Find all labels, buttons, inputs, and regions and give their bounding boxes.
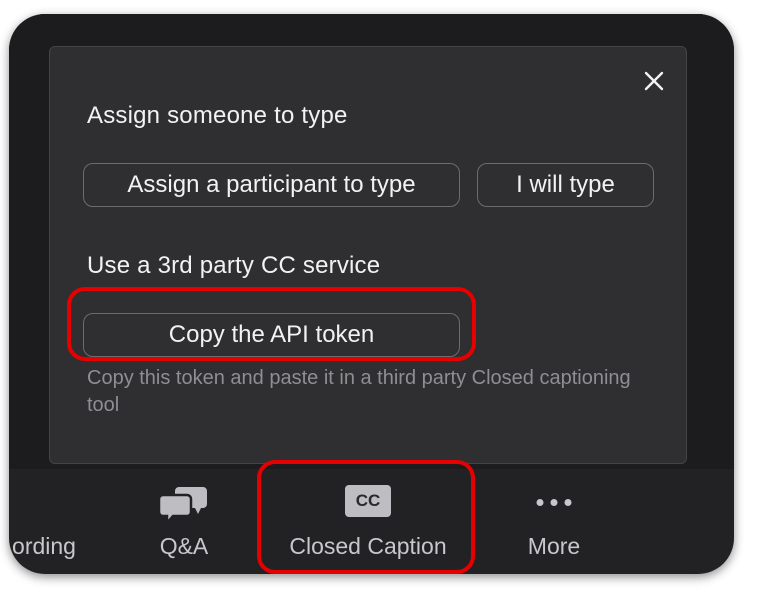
more-dots-icon <box>536 485 572 506</box>
toolbar-qa[interactable]: Q&A <box>139 469 229 574</box>
toolbar-recording-label: ording <box>12 533 76 559</box>
toolbar-more[interactable]: More <box>509 469 599 574</box>
qa-chat-bubbles-icon <box>157 485 209 530</box>
toolbar-more-label: More <box>527 533 581 559</box>
closed-caption-icon: CC <box>345 485 391 517</box>
close-button[interactable] <box>640 67 668 95</box>
assign-participant-button[interactable]: Assign a participant to type <box>83 163 460 207</box>
closed-caption-popup: Assign someone to type Assign a particip… <box>49 46 687 464</box>
cc-icon-text: CC <box>345 485 391 517</box>
api-token-hint: Copy this token and paste it in a third … <box>87 367 631 416</box>
toolbar-qa-label: Q&A <box>159 533 209 559</box>
toolbar-closed-caption-label: Closed Caption <box>289 533 447 559</box>
assign-section-title: Assign someone to type <box>87 102 348 129</box>
toolbar-closed-caption[interactable]: CC Closed Caption <box>271 469 465 574</box>
copy-api-token-button[interactable]: Copy the API token <box>83 313 460 357</box>
third-party-section-title: Use a 3rd party CC service <box>87 252 381 279</box>
meeting-toolbar: ording Q&A CC Closed Caption More <box>9 469 734 574</box>
toolbar-recording[interactable]: ording <box>9 469 99 574</box>
zoom-window: Assign someone to type Assign a particip… <box>9 14 734 574</box>
close-icon <box>644 71 664 91</box>
i-will-type-button[interactable]: I will type <box>477 163 654 207</box>
